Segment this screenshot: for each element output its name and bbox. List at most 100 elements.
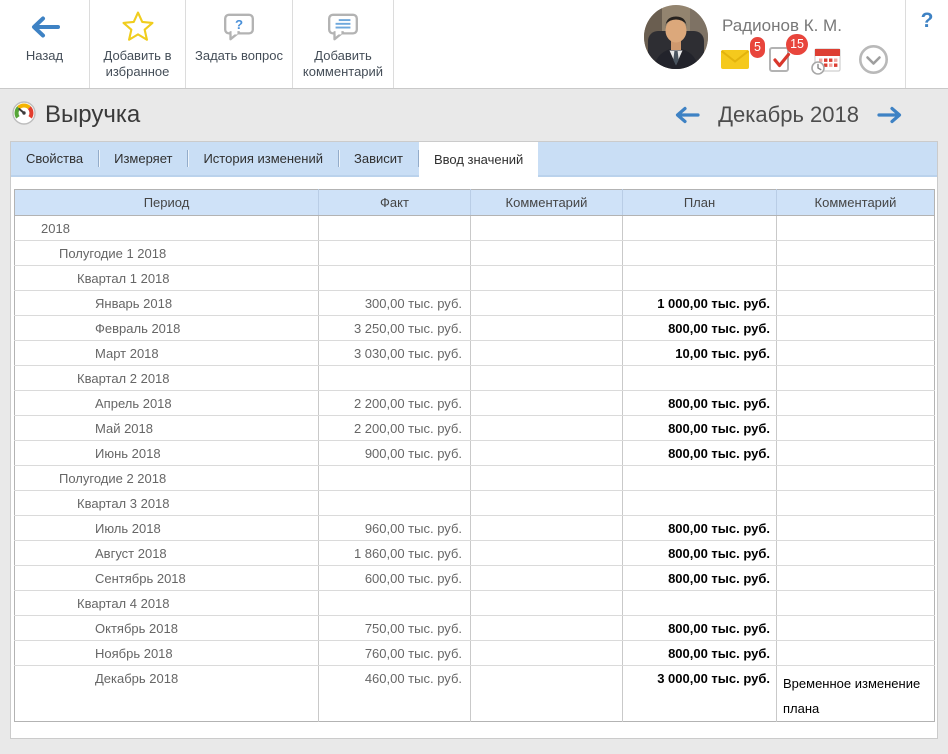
fact-comment-cell[interactable] bbox=[471, 341, 623, 366]
next-period-button[interactable] bbox=[876, 105, 904, 125]
fact-comment-cell[interactable] bbox=[471, 541, 623, 566]
prev-period-button[interactable] bbox=[673, 105, 701, 125]
plan-comment-cell[interactable] bbox=[777, 616, 935, 641]
fact-comment-cell[interactable] bbox=[471, 316, 623, 341]
fact-cell[interactable] bbox=[319, 266, 471, 291]
plan-comment-cell[interactable] bbox=[777, 266, 935, 291]
plan-comment-cell[interactable] bbox=[777, 341, 935, 366]
tab-measures[interactable]: Измеряет bbox=[99, 142, 187, 175]
plan-comment-cell[interactable] bbox=[777, 441, 935, 466]
fact-comment-cell[interactable] bbox=[471, 591, 623, 616]
fact-comment-cell[interactable] bbox=[471, 641, 623, 666]
plan-comment-cell[interactable] bbox=[777, 216, 935, 241]
fact-comment-cell[interactable] bbox=[471, 416, 623, 441]
fact-cell[interactable]: 750,00 тыс. руб. bbox=[319, 616, 471, 641]
plan-cell[interactable]: 800,00 тыс. руб. bbox=[623, 566, 777, 591]
fact-cell[interactable]: 760,00 тыс. руб. bbox=[319, 641, 471, 666]
tasks-notification-button[interactable]: 15 bbox=[767, 45, 794, 79]
star-icon bbox=[120, 9, 156, 45]
fact-comment-cell[interactable] bbox=[471, 516, 623, 541]
ask-question-button[interactable]: ? Задать вопрос bbox=[186, 0, 293, 88]
plan-comment-cell[interactable] bbox=[777, 516, 935, 541]
plan-comment-cell[interactable] bbox=[777, 466, 935, 491]
fact-cell[interactable]: 460,00 тыс. руб. bbox=[319, 666, 471, 722]
plan-cell[interactable]: 10,00 тыс. руб. bbox=[623, 341, 777, 366]
plan-cell[interactable]: 800,00 тыс. руб. bbox=[623, 416, 777, 441]
tab-properties[interactable]: Свойства bbox=[11, 142, 98, 175]
plan-comment-cell[interactable]: Временное изменение плана bbox=[777, 666, 935, 722]
plan-cell[interactable] bbox=[623, 366, 777, 391]
fact-comment-cell[interactable] bbox=[471, 241, 623, 266]
fact-cell[interactable]: 300,00 тыс. руб. bbox=[319, 291, 471, 316]
plan-cell[interactable] bbox=[623, 241, 777, 266]
main-panel: Свойства Измеряет История изменений Зави… bbox=[10, 141, 938, 739]
avatar[interactable] bbox=[644, 5, 708, 69]
fact-comment-cell[interactable] bbox=[471, 391, 623, 416]
fact-cell[interactable]: 3 030,00 тыс. руб. bbox=[319, 341, 471, 366]
table-row: Ноябрь 2018760,00 тыс. руб.800,00 тыс. р… bbox=[15, 641, 935, 666]
plan-comment-cell[interactable] bbox=[777, 391, 935, 416]
fact-cell[interactable]: 960,00 тыс. руб. bbox=[319, 516, 471, 541]
plan-comment-cell[interactable] bbox=[777, 641, 935, 666]
plan-cell[interactable]: 800,00 тыс. руб. bbox=[623, 316, 777, 341]
fact-comment-cell[interactable] bbox=[471, 491, 623, 516]
fact-cell[interactable] bbox=[319, 366, 471, 391]
fact-cell[interactable]: 600,00 тыс. руб. bbox=[319, 566, 471, 591]
fact-comment-cell[interactable] bbox=[471, 366, 623, 391]
fact-comment-cell[interactable] bbox=[471, 616, 623, 641]
back-button[interactable]: Назад bbox=[0, 0, 90, 88]
table-row: Декабрь 2018460,00 тыс. руб.3 000,00 тыс… bbox=[15, 666, 935, 722]
tab-change-history[interactable]: История изменений bbox=[188, 142, 338, 175]
mail-notification-button[interactable]: 5 bbox=[720, 48, 751, 76]
fact-cell[interactable] bbox=[319, 591, 471, 616]
plan-comment-cell[interactable] bbox=[777, 566, 935, 591]
plan-cell[interactable] bbox=[623, 466, 777, 491]
plan-cell[interactable]: 1 000,00 тыс. руб. bbox=[623, 291, 777, 316]
plan-cell[interactable]: 800,00 тыс. руб. bbox=[623, 441, 777, 466]
add-favorite-button[interactable]: Добавить в избранное bbox=[90, 0, 186, 88]
fact-comment-cell[interactable] bbox=[471, 291, 623, 316]
plan-comment-cell[interactable] bbox=[777, 416, 935, 441]
user-menu-button[interactable] bbox=[858, 44, 889, 80]
tab-value-input[interactable]: Ввод значений bbox=[419, 142, 538, 177]
fact-comment-cell[interactable] bbox=[471, 666, 623, 722]
fact-cell[interactable]: 2 200,00 тыс. руб. bbox=[319, 391, 471, 416]
user-name[interactable]: Радионов К. М. bbox=[722, 16, 887, 36]
plan-cell[interactable] bbox=[623, 216, 777, 241]
plan-comment-cell[interactable] bbox=[777, 541, 935, 566]
plan-cell[interactable] bbox=[623, 591, 777, 616]
fact-cell[interactable]: 2 200,00 тыс. руб. bbox=[319, 416, 471, 441]
tab-depends[interactable]: Зависит bbox=[339, 142, 418, 175]
fact-cell[interactable] bbox=[319, 241, 471, 266]
fact-cell[interactable] bbox=[319, 491, 471, 516]
plan-comment-cell[interactable] bbox=[777, 491, 935, 516]
add-comment-button[interactable]: Добавить комментарий bbox=[293, 0, 394, 88]
plan-cell[interactable]: 800,00 тыс. руб. bbox=[623, 641, 777, 666]
plan-cell[interactable]: 800,00 тыс. руб. bbox=[623, 516, 777, 541]
fact-comment-cell[interactable] bbox=[471, 266, 623, 291]
help-button[interactable]: ? bbox=[906, 0, 948, 88]
plan-comment-cell[interactable] bbox=[777, 291, 935, 316]
fact-comment-cell[interactable] bbox=[471, 466, 623, 491]
plan-cell[interactable] bbox=[623, 266, 777, 291]
plan-cell[interactable]: 3 000,00 тыс. руб. bbox=[623, 666, 777, 722]
plan-cell[interactable] bbox=[623, 491, 777, 516]
plan-comment-cell[interactable] bbox=[777, 591, 935, 616]
fact-cell[interactable] bbox=[319, 466, 471, 491]
plan-cell[interactable]: 800,00 тыс. руб. bbox=[623, 616, 777, 641]
fact-cell[interactable] bbox=[319, 216, 471, 241]
fact-comment-cell[interactable] bbox=[471, 216, 623, 241]
fact-comment-cell[interactable] bbox=[471, 566, 623, 591]
calendar-button[interactable] bbox=[810, 45, 842, 80]
fact-cell[interactable]: 900,00 тыс. руб. bbox=[319, 441, 471, 466]
fact-cell[interactable]: 3 250,00 тыс. руб. bbox=[319, 316, 471, 341]
fact-cell[interactable]: 1 860,00 тыс. руб. bbox=[319, 541, 471, 566]
plan-cell[interactable]: 800,00 тыс. руб. bbox=[623, 541, 777, 566]
column-header-fact: Факт bbox=[319, 190, 471, 216]
fact-comment-cell[interactable] bbox=[471, 441, 623, 466]
plan-comment-cell[interactable] bbox=[777, 241, 935, 266]
plan-comment-cell[interactable] bbox=[777, 316, 935, 341]
column-header-plan-comment: Комментарий bbox=[777, 190, 935, 216]
plan-cell[interactable]: 800,00 тыс. руб. bbox=[623, 391, 777, 416]
plan-comment-cell[interactable] bbox=[777, 366, 935, 391]
